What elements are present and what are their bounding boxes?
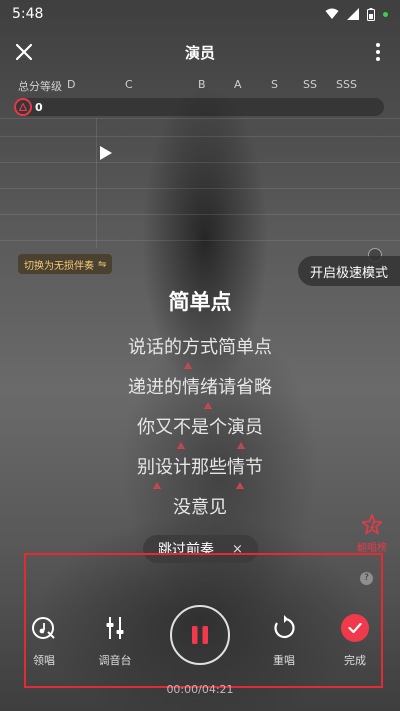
- mixer-icon: [106, 617, 124, 639]
- switch-lossless-label: 切换为无损伴奏: [24, 260, 94, 272]
- pause-button[interactable]: [170, 605, 230, 665]
- switch-icon: ⇋: [98, 258, 107, 270]
- pause-icon: [192, 626, 208, 644]
- finish-label: 完成: [344, 654, 366, 667]
- current-lyric: 简单点: [168, 290, 232, 314]
- grade-ss: SS: [303, 78, 317, 91]
- restart-label: 重唱: [273, 654, 295, 667]
- lyric-line: 递进的情绪请省略: [0, 368, 400, 409]
- battery-icon: [367, 7, 375, 21]
- grade-scale: 总分等级 D C B A S SS SSS: [18, 78, 382, 94]
- switch-lossless-button[interactable]: 切换为无损伴奏 ⇋: [18, 254, 113, 274]
- wifi-icon: [325, 8, 339, 19]
- grade-b: B: [198, 78, 206, 91]
- fast-mode-label: 开启极速模式: [309, 265, 388, 281]
- check-icon: [341, 614, 369, 642]
- playback-time: 00:00/04:21: [166, 683, 234, 696]
- pitch-guide: [0, 118, 400, 248]
- lead-vocal-icon: [32, 617, 55, 639]
- lyric-line: 没意见: [173, 497, 227, 518]
- grade-sss: SSS: [336, 78, 357, 91]
- restart-button[interactable]: 重唱: [252, 614, 316, 668]
- close-icon[interactable]: [12, 40, 36, 64]
- song-title: 演员: [184, 43, 215, 62]
- finish-button[interactable]: 完成: [323, 614, 387, 668]
- status-time: 5:48: [12, 6, 44, 22]
- lead-vocal-label: 领唱: [33, 654, 55, 667]
- notification-dot: [383, 11, 388, 17]
- grade-a: A: [234, 78, 242, 91]
- signal-icon: [347, 8, 359, 20]
- restart-icon: [274, 615, 295, 639]
- score-progress-bar: [14, 98, 384, 116]
- lyrics-panel: 简单点 说话的方式简单点 递进的情绪请省略 你又不是个演员 别设计那些情节 没意…: [0, 286, 400, 528]
- score-indicator: 0: [14, 98, 43, 116]
- score-ring-icon: [14, 98, 32, 116]
- mixer-button[interactable]: 调音台: [83, 614, 147, 668]
- play-position-icon: [100, 146, 112, 160]
- grade-d: D: [67, 78, 76, 91]
- music-note-icon: [361, 514, 383, 535]
- grade-c: C: [125, 78, 133, 91]
- header: 演员: [0, 32, 400, 72]
- cover-ranking-button[interactable]: 翻唱榜: [354, 514, 390, 554]
- status-bar: 5:48: [0, 0, 400, 28]
- lyric-line: 你又不是个演员: [0, 408, 400, 449]
- more-icon[interactable]: [370, 40, 386, 64]
- score-value: 0: [35, 100, 43, 114]
- cover-ranking-label: 翻唱榜: [357, 543, 387, 554]
- grade-s: S: [271, 78, 278, 91]
- lyric-line: 别设计那些情节: [0, 448, 400, 489]
- mixer-label: 调音台: [98, 654, 132, 667]
- grade-label: 总分等级: [18, 80, 62, 93]
- lead-vocal-button[interactable]: 领唱: [12, 614, 76, 668]
- lyric-line: 说话的方式简单点: [0, 328, 400, 369]
- fast-mode-button[interactable]: 开启极速模式: [298, 256, 400, 286]
- help-icon[interactable]: ?: [360, 572, 373, 585]
